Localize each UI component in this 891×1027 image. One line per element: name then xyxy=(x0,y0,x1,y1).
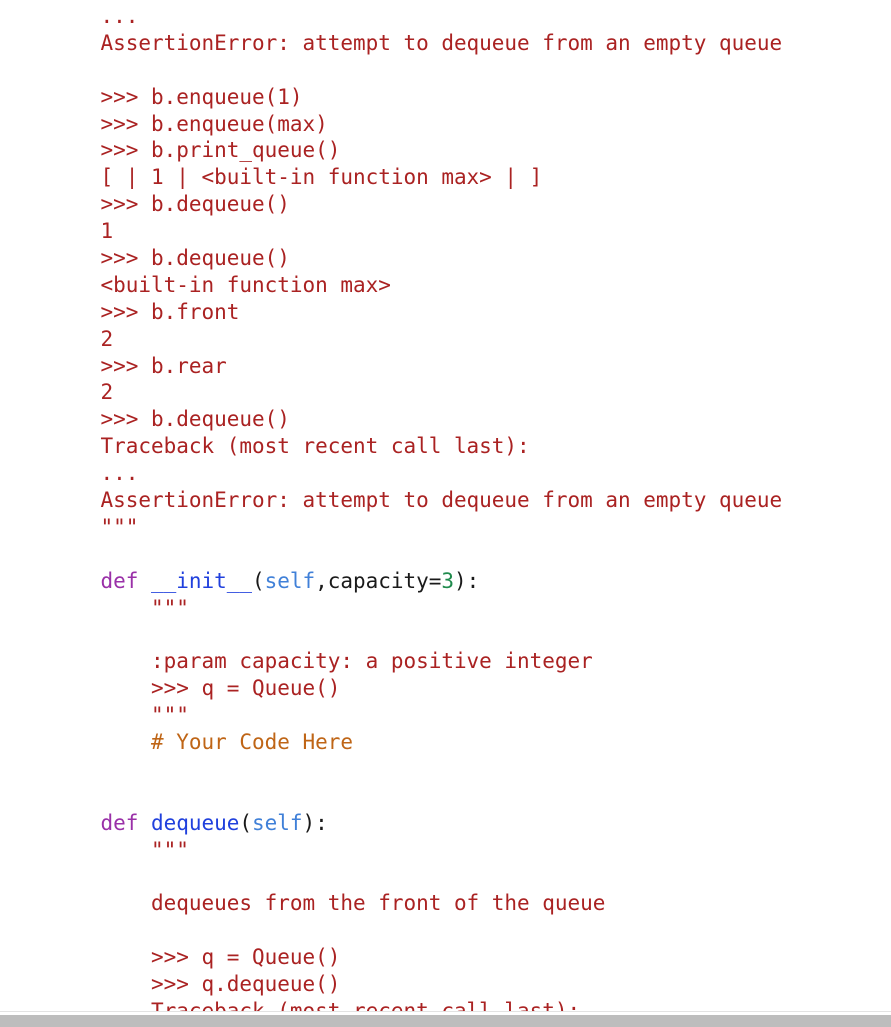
code-line[interactable]: AssertionError: attempt to dequeue from … xyxy=(50,30,891,57)
code-line[interactable]: >>> b.dequeue() xyxy=(50,406,891,433)
horizontal-scrollbar-thumb[interactable] xyxy=(0,1018,891,1027)
code-line[interactable] xyxy=(50,783,891,810)
code-line[interactable]: """ xyxy=(50,514,891,541)
code-token: >>> b.dequeue() xyxy=(50,246,290,271)
code-token: :param capacity: a positive integer xyxy=(50,649,593,674)
code-token: dequeues from the front of the queue xyxy=(50,891,606,916)
code-line[interactable]: >>> b.rear xyxy=(50,353,891,380)
code-line[interactable]: Traceback (most recent call last): xyxy=(50,998,891,1011)
code-line[interactable]: >>> q.dequeue() xyxy=(50,971,891,998)
code-line[interactable]: """ xyxy=(50,702,891,729)
code-token: def xyxy=(100,810,139,835)
code-line[interactable] xyxy=(50,541,891,568)
code-line[interactable]: 2 xyxy=(50,379,891,406)
code-token: >>> b.print_queue() xyxy=(50,138,341,163)
code-token: 1 xyxy=(50,219,114,244)
code-token: Traceback (most recent call last): xyxy=(50,434,530,459)
code-line[interactable]: 2 xyxy=(50,326,891,353)
code-token: >>> b.dequeue() xyxy=(50,407,290,432)
code-token: AssertionError: attempt to dequeue from … xyxy=(50,488,783,513)
code-line[interactable]: """ xyxy=(50,595,891,622)
code-line[interactable] xyxy=(50,756,891,783)
code-token: # Your Code Here xyxy=(50,730,353,755)
code-line[interactable]: Traceback (most recent call last): xyxy=(50,433,891,460)
code-token: >>> b.front xyxy=(50,299,240,324)
horizontal-scrollbar-track[interactable] xyxy=(0,1015,891,1027)
code-token: >>> b.dequeue() xyxy=(50,192,290,217)
code-line[interactable]: 1 xyxy=(50,218,891,245)
code-line[interactable]: >>> b.print_queue() xyxy=(50,137,891,164)
code-line[interactable]: AssertionError: attempt to dequeue from … xyxy=(50,487,891,514)
code-token: self xyxy=(252,810,303,835)
code-line[interactable]: :param capacity: a positive integer xyxy=(50,648,891,675)
code-token: ): xyxy=(453,568,480,593)
code-token: >>> q.dequeue() xyxy=(50,972,341,997)
code-line[interactable]: dequeues from the front of the queue xyxy=(50,890,891,917)
code-line[interactable]: ... xyxy=(50,460,891,487)
code-line[interactable]: # Your Code Here xyxy=(50,729,891,756)
code-token: ... xyxy=(50,4,139,28)
code-line[interactable]: >>> b.dequeue() xyxy=(50,191,891,218)
code-token: ( xyxy=(252,568,265,593)
code-token: [ | 1 | <built-in function max> | ] xyxy=(50,165,543,190)
code-line[interactable]: def __init__(self,capacity=3): xyxy=(50,568,891,595)
code-token: >>> b.enqueue(1) xyxy=(50,84,303,109)
code-token: """ xyxy=(50,514,139,539)
code-token: dequeue xyxy=(151,810,240,835)
code-line[interactable]: <built-in function max> xyxy=(50,272,891,299)
code-token: Traceback (most recent call last): xyxy=(50,998,581,1011)
code-token: """ xyxy=(50,837,189,862)
code-line[interactable]: >>> b.enqueue(max) xyxy=(50,111,891,138)
code-token: __init__ xyxy=(151,568,252,593)
code-token: 3 xyxy=(441,568,454,593)
code-token: >>> b.enqueue(max) xyxy=(50,111,328,136)
code-token: 2 xyxy=(50,326,114,351)
code-text-area[interactable]: ... AssertionError: attempt to dequeue f… xyxy=(0,0,891,1011)
code-token: >>> q = Queue() xyxy=(50,676,341,701)
code-token: """ xyxy=(50,703,189,728)
code-token: ,capacity= xyxy=(315,568,442,593)
code-token: ... xyxy=(50,461,139,486)
code-token: >>> b.rear xyxy=(50,353,227,378)
code-line[interactable] xyxy=(50,917,891,944)
code-line[interactable]: >>> b.dequeue() xyxy=(50,245,891,272)
code-token: >>> q = Queue() xyxy=(50,945,341,970)
code-token: ): xyxy=(302,810,328,835)
code-line[interactable]: ... xyxy=(50,3,891,30)
code-line[interactable] xyxy=(50,621,891,648)
code-line[interactable] xyxy=(50,864,891,891)
code-token: <built-in function max> xyxy=(50,272,391,297)
code-token: """ xyxy=(50,595,189,620)
code-line[interactable]: >>> b.enqueue(1) xyxy=(50,84,891,111)
code-token: AssertionError: attempt to dequeue from … xyxy=(50,30,783,55)
code-line[interactable] xyxy=(50,57,891,84)
code-line[interactable]: def dequeue(self): xyxy=(50,810,891,837)
code-line[interactable]: >>> b.front xyxy=(50,299,891,326)
code-token: ( xyxy=(239,810,252,835)
code-line[interactable]: >>> q = Queue() xyxy=(50,944,891,971)
horizontal-scrollbar[interactable] xyxy=(0,1011,891,1027)
code-token: self xyxy=(264,568,316,593)
code-token: def xyxy=(100,568,139,593)
code-editor: ... AssertionError: attempt to dequeue f… xyxy=(0,0,891,1027)
code-token: 2 xyxy=(50,380,114,405)
code-line[interactable]: [ | 1 | <built-in function max> | ] xyxy=(50,164,891,191)
code-line[interactable]: >>> q = Queue() xyxy=(50,675,891,702)
code-line[interactable]: """ xyxy=(50,837,891,864)
